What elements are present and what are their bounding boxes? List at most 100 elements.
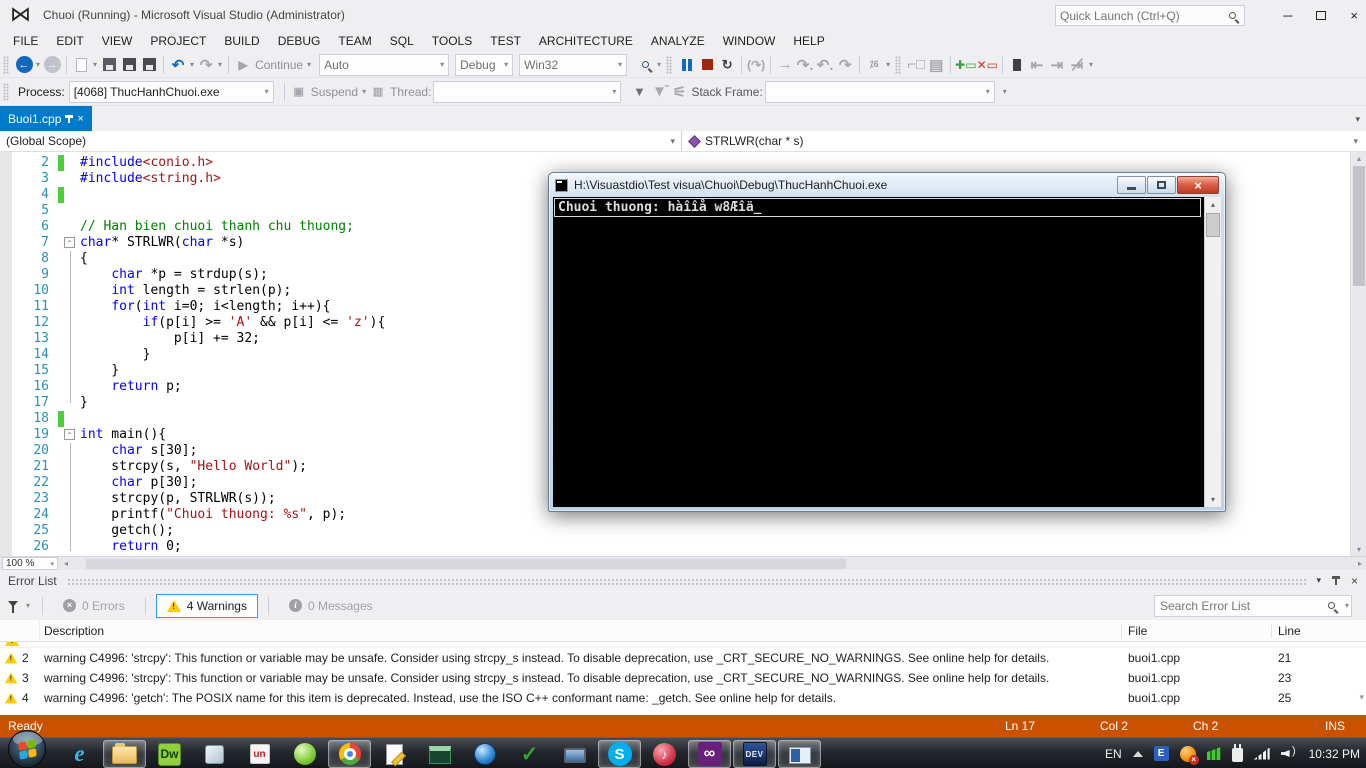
scroll-down-icon[interactable]: ▾: [1359, 692, 1364, 703]
console-window[interactable]: H:\Visuastdio\Test visua\Chuoi\Debug\Thu…: [548, 172, 1226, 512]
step-out-icon[interactable]: ↶.: [815, 54, 835, 76]
thread-combo[interactable]: ▾: [433, 81, 621, 103]
equalizer-icon[interactable]: [1207, 747, 1221, 760]
auto-hide-pin-icon[interactable]: [1335, 576, 1337, 585]
taskbar-visual-studio[interactable]: ∞: [688, 740, 731, 768]
undo-icon[interactable]: ↶: [168, 54, 188, 76]
taskbar-checkmark-app[interactable]: ✓: [508, 740, 551, 768]
new-file-dropdown[interactable]: ▾: [93, 60, 97, 69]
tab-buoi1-cpp[interactable]: Buoi1.cpp ×: [0, 106, 92, 131]
search-dropdown-icon[interactable]: ▾: [1345, 601, 1349, 610]
new-file-icon[interactable]: [76, 58, 87, 72]
network-signal-icon[interactable]: [1254, 748, 1270, 760]
console-minimize-button[interactable]: [1117, 176, 1146, 194]
save-icon[interactable]: [123, 58, 136, 71]
taskbar-remote-desktop[interactable]: [553, 740, 596, 768]
filter-threads-icon[interactable]: ▼: [629, 81, 649, 103]
language-indicator[interactable]: EN: [1105, 747, 1122, 761]
editor-horizontal-scrollbar[interactable]: 100 %▾ ◂ ▸: [0, 556, 1366, 570]
error-list-header[interactable]: Error List ▾ ×: [0, 570, 1366, 591]
taskbar-media-player[interactable]: [463, 740, 506, 768]
toggle-flagged-icon[interactable]: ⚟: [669, 81, 689, 103]
add-comment-icon[interactable]: ✚▭: [955, 54, 976, 76]
continue-button[interactable]: Continue: [255, 58, 303, 72]
previous-bookmark-icon[interactable]: ⇤: [1027, 54, 1047, 76]
code-line-26[interactable]: 26 return 0;: [0, 539, 1350, 555]
scroll-up-icon[interactable]: ▴: [1351, 154, 1366, 163]
auto-combo[interactable]: Auto▾: [319, 54, 449, 76]
column-description[interactable]: Description: [40, 624, 1122, 638]
alert-badge-icon[interactable]: [1180, 746, 1196, 762]
collapse-icon[interactable]: -: [64, 237, 75, 248]
taskbar-green-app[interactable]: [283, 740, 326, 768]
error-list-search-box[interactable]: ▾: [1154, 595, 1352, 617]
taskbar-internet-explorer[interactable]: e: [58, 740, 101, 768]
start-button[interactable]: [8, 730, 46, 768]
menu-tools[interactable]: TOOLS: [423, 31, 481, 51]
quick-launch-input[interactable]: [1056, 9, 1229, 23]
filter-icon[interactable]: [8, 601, 18, 607]
taskbar-dreamweaver[interactable]: Dw: [148, 740, 191, 768]
save-all-icon[interactable]: [143, 58, 156, 71]
warnings-filter-button[interactable]: ! 4 Warnings: [156, 594, 258, 618]
continue-icon[interactable]: ▶: [233, 54, 253, 76]
restart-icon[interactable]: ↻: [717, 54, 737, 76]
taskbar-console-app[interactable]: [778, 740, 821, 768]
toolbar-overflow[interactable]: ▾: [1089, 60, 1093, 69]
clear-bookmarks-icon[interactable]: ⇥̸: [1067, 54, 1087, 76]
minimize-button[interactable]: ─: [1283, 8, 1292, 23]
menu-team[interactable]: TEAM: [329, 31, 380, 51]
stack-frame-combo[interactable]: ▾: [765, 81, 995, 103]
configuration-combo[interactable]: Debug▾: [455, 54, 513, 76]
window-position-icon[interactable]: ▾: [1316, 575, 1321, 586]
toolbar-overflow[interactable]: ▾: [1003, 87, 1007, 96]
collapse-icon[interactable]: -: [64, 429, 75, 440]
run-to-cursor-icon[interactable]: ↷: [835, 54, 855, 76]
console-scrollbar[interactable]: ▴ ▾: [1204, 197, 1221, 507]
member-dropdown[interactable]: STRLWR(char * s) ▾: [682, 131, 1366, 151]
column-line[interactable]: Line: [1272, 624, 1366, 638]
console-close-button[interactable]: ×: [1177, 176, 1219, 194]
close-panel-icon[interactable]: ×: [1351, 574, 1358, 588]
taskbar-terminal-app[interactable]: [418, 740, 461, 768]
delete-comment-icon[interactable]: ✕▭: [977, 54, 998, 76]
step-over-icon[interactable]: ↷.: [795, 54, 815, 76]
stop-debugging-icon[interactable]: [702, 59, 713, 70]
menu-view[interactable]: VIEW: [93, 31, 142, 51]
zoom-combo[interactable]: 100 %▾: [2, 557, 58, 570]
taskbar-dev-cpp[interactable]: DEV: [733, 740, 776, 768]
scope-dropdown[interactable]: (Global Scope) ▾: [0, 131, 682, 151]
toolbar-grip[interactable]: [3, 56, 9, 74]
scroll-right-icon[interactable]: ▸: [1358, 559, 1362, 568]
scroll-down-icon[interactable]: ▾: [1205, 495, 1221, 504]
document-list-dropdown-icon[interactable]: ▾: [1355, 114, 1360, 125]
redo-icon[interactable]: ↷: [196, 54, 216, 76]
taskbar-itunes[interactable]: ♪: [643, 740, 686, 768]
menu-architecture[interactable]: ARCHITECTURE: [530, 31, 642, 51]
power-plug-icon[interactable]: [1232, 748, 1243, 762]
scroll-down-icon[interactable]: ▾: [1351, 545, 1366, 554]
code-line-2[interactable]: 2#include<conio.h>: [0, 155, 1350, 171]
taskbar-notepad[interactable]: [373, 740, 416, 768]
error-list-search-input[interactable]: [1155, 599, 1328, 613]
break-all-icon[interactable]: [682, 59, 692, 71]
error-list-row[interactable]: !2warning C4996: 'strcpy': This function…: [0, 648, 1366, 668]
taskbar-cube-app[interactable]: [193, 740, 236, 768]
attach-to-process-icon[interactable]: [642, 61, 649, 68]
suspend-icon[interactable]: ▣: [289, 81, 309, 103]
scrollbar-thumb[interactable]: [1206, 213, 1220, 237]
taskbar-skype[interactable]: S: [598, 740, 641, 768]
taskbar-windows-explorer[interactable]: [103, 740, 146, 768]
menu-build[interactable]: BUILD: [215, 31, 268, 51]
console-maximize-button[interactable]: [1147, 176, 1176, 194]
undo-dropdown[interactable]: ▾: [190, 60, 194, 69]
messages-filter-button[interactable]: i 0 Messages: [279, 595, 383, 617]
menu-help[interactable]: HELP: [784, 31, 833, 51]
platform-combo[interactable]: Win32▾: [519, 54, 627, 76]
console-output-area[interactable]: Chuoi thuong: hàîîå w8Æîä_ ▴ ▾: [553, 197, 1221, 507]
partially-visible-row[interactable]: !: [0, 642, 1366, 648]
error-list-row[interactable]: !3warning C4996: 'strcpy': This function…: [0, 668, 1366, 688]
scroll-left-icon[interactable]: ◂: [64, 559, 68, 568]
step-into-icon[interactable]: →: [775, 54, 795, 76]
taskbar-unikey[interactable]: un: [238, 740, 281, 768]
